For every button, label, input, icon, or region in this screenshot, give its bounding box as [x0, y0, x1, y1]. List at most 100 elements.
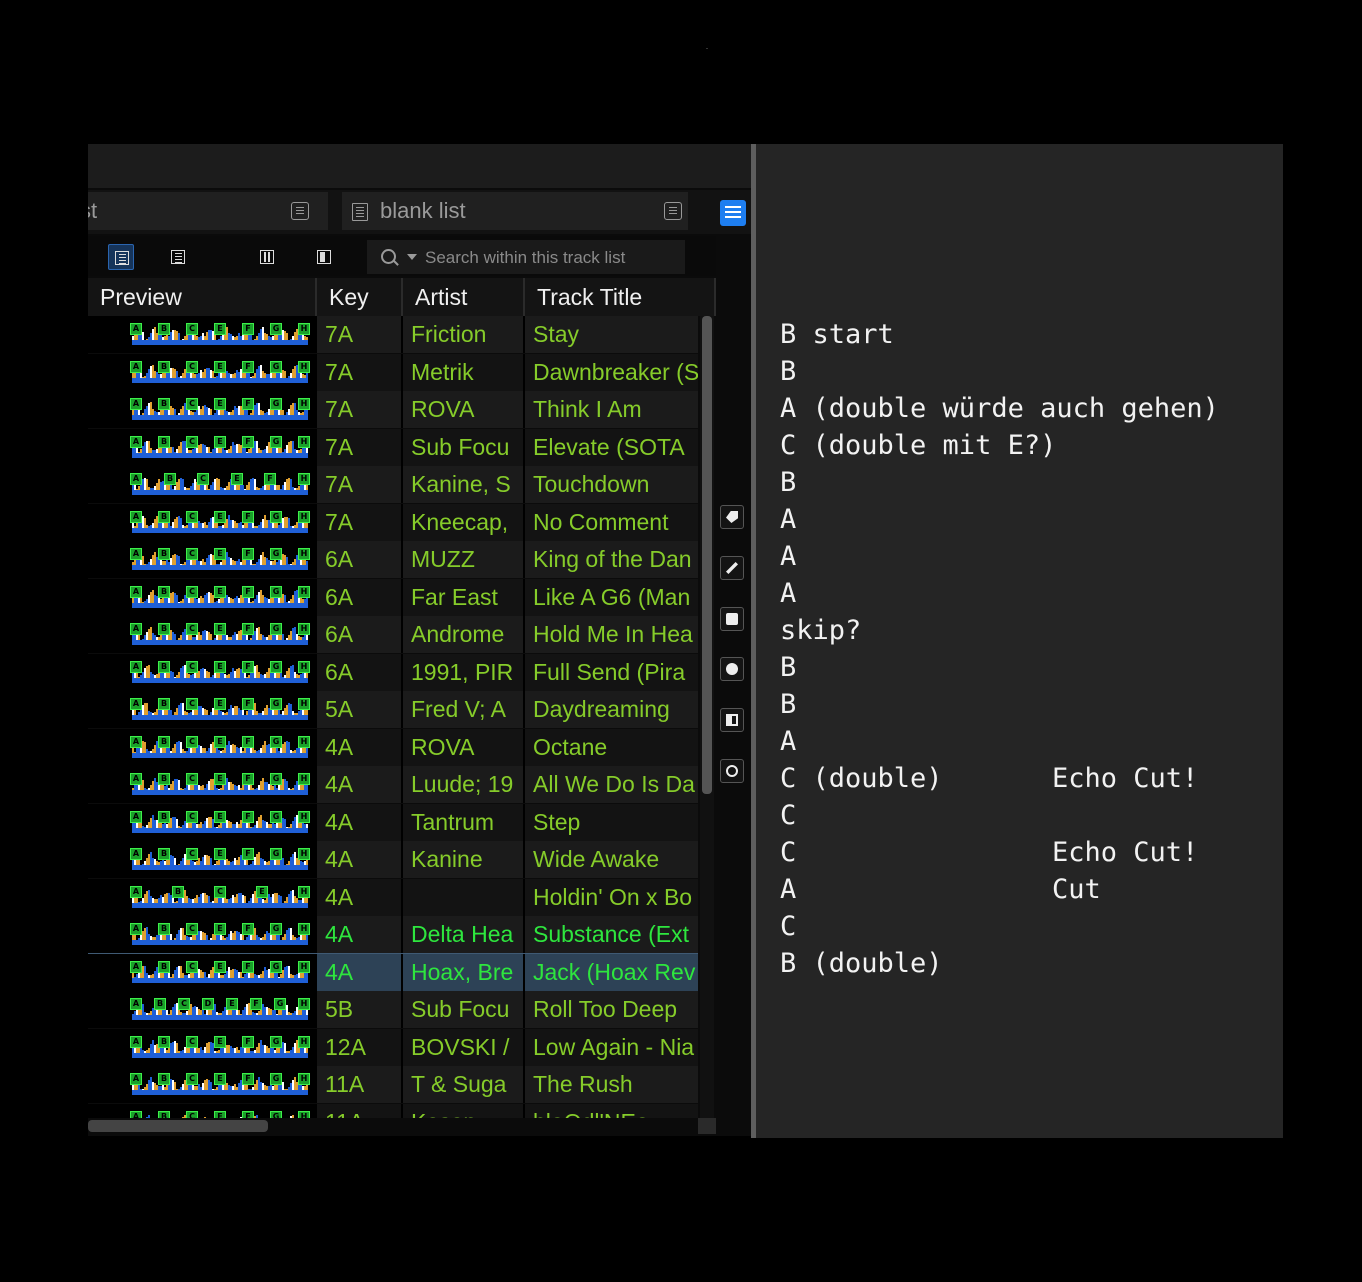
note-annotation: Cut: [1052, 874, 1101, 905]
waveform-preview[interactable]: ABCEFGH: [88, 653, 317, 691]
cue-marker: B: [158, 1035, 170, 1048]
waveform-preview[interactable]: ABCEFGH: [88, 391, 317, 428]
waveform-preview[interactable]: ABCEFGH: [88, 353, 317, 391]
columns-button[interactable]: [254, 244, 280, 270]
track-key: 7A: [317, 466, 403, 503]
cue-marker: B: [158, 810, 170, 823]
waveform-preview[interactable]: ABCEFGH: [88, 316, 317, 353]
table-row[interactable]: A B C E F G H 12A BOVSKI / Low Again - Nia: [88, 1028, 698, 1066]
snowflake-icon: [726, 613, 738, 625]
note-line: C (double): [780, 763, 943, 794]
track-artist: 1991, PIR: [403, 653, 525, 691]
waveform-preview[interactable]: ABCEFGH: [88, 766, 317, 803]
list-view-toggle-button[interactable]: [720, 200, 746, 226]
table-row[interactable]: A B C D E F G H 5B Sub Focu Roll Too Deep: [88, 991, 698, 1028]
track-key: 11A: [317, 1103, 403, 1118]
track-artist: Androme: [403, 616, 525, 653]
snowflake-button[interactable]: [720, 607, 744, 631]
table-row[interactable]: A B C E F G H 4A Luude; 19 All We Do Is Da: [88, 766, 698, 803]
cue-marker: C: [197, 473, 209, 485]
table-row[interactable]: A B C E F G H 6A Androme Hold Me In Hea: [88, 616, 698, 653]
table-row[interactable]: A B C E F G H 5A Fred V; A Daydreaming: [88, 691, 698, 728]
table-row[interactable]: A B C E F G H 7A ROVA Think I Am: [88, 391, 698, 428]
cue-marker: B: [158, 360, 170, 373]
cue-marker: B: [158, 623, 170, 635]
waveform: ABCEH: [130, 885, 310, 910]
detailed-list-button[interactable]: [108, 244, 134, 270]
cue-marker: B: [158, 1073, 170, 1085]
tab-previous[interactable]: st: [88, 192, 328, 230]
chain-button[interactable]: [720, 759, 744, 783]
table-row[interactable]: A B C E F G H 4A Hoax, Bre Jack (Hoax Rev: [88, 952, 698, 992]
link-button[interactable]: [720, 556, 744, 580]
waveform-preview[interactable]: ABCEFGH: [88, 428, 317, 466]
waveform-preview[interactable]: ABCEFGH: [88, 1103, 317, 1118]
column-header-key[interactable]: Key: [317, 278, 403, 316]
waveform-preview[interactable]: ABCEFGH: [88, 541, 317, 578]
waveform-preview[interactable]: ABCEFGH: [88, 503, 317, 541]
compact-list-button[interactable]: [165, 244, 191, 270]
waveform-preview[interactable]: ABCEFGH: [88, 1066, 317, 1103]
vertical-scrollbar-thumb[interactable]: [702, 316, 712, 794]
waveform: ABCEFGH: [130, 810, 310, 835]
cue-marker: B: [172, 885, 184, 898]
cue-marker: C: [186, 773, 198, 785]
cue-marker: E: [214, 923, 226, 935]
tab-blank-list[interactable]: blank list: [342, 192, 688, 230]
table-row[interactable]: A B C E F H 7A Kanine, S Touchdown: [88, 466, 698, 503]
note-line: B (double): [780, 948, 943, 979]
table-row[interactable]: A B C E F G H 7A Sub Focu Elevate (SOTA: [88, 428, 698, 466]
waveform-preview[interactable]: ABCEFGH: [88, 916, 317, 953]
table-row[interactable]: A B C E F G H 4A Delta Hea Substance (Ext: [88, 916, 698, 953]
track-title: Touchdown: [533, 471, 650, 497]
cue-marker: B: [158, 773, 170, 785]
table-row[interactable]: A B C E F G H 4A ROVA Octane: [88, 728, 698, 766]
waveform-preview[interactable]: ABCEFH: [88, 466, 317, 503]
cue-marker: A: [130, 698, 142, 710]
search-dropdown-icon[interactable]: [407, 254, 417, 260]
table-row[interactable]: A B C E F G H 4A Kanine Wide Awake: [88, 841, 698, 878]
waveform-preview[interactable]: ABCEFGH: [88, 953, 317, 991]
table-row[interactable]: A B C E F G H 4A Tantrum Step: [88, 803, 698, 841]
table-row[interactable]: A B C E F G H 6A 1991, PIR Full Send (Pira: [88, 653, 698, 691]
table-row[interactable]: A B C E F G H 6A Far East Like A G6 (Man: [88, 578, 698, 616]
waveform-preview[interactable]: ABCEFGH: [88, 616, 317, 653]
search-icon[interactable]: [381, 249, 396, 264]
waveform-preview[interactable]: ABCEFGH: [88, 841, 317, 878]
column-header-track-title[interactable]: Track Title: [525, 278, 716, 316]
waveform-preview[interactable]: ABCEFGH: [88, 691, 317, 728]
cue-marker: G: [274, 998, 286, 1010]
table-row[interactable]: A B C E F G H 6A MUZZ King of the Dan: [88, 541, 698, 578]
panel-button[interactable]: [720, 708, 744, 732]
waveform: ABCEFH: [130, 473, 310, 497]
track-artist: MUZZ: [403, 541, 525, 578]
table-row[interactable]: A B C E F G H 11A T & Suga The Rush: [88, 1066, 698, 1103]
tag-button[interactable]: [720, 505, 744, 529]
table-row[interactable]: A B C E F G H 7A Kneecap, No Comment: [88, 503, 698, 541]
info-icon: [726, 663, 738, 675]
horizontal-scrollbar-thumb[interactable]: [88, 1120, 268, 1132]
waveform-preview[interactable]: ABCEH: [88, 878, 317, 916]
columns-icon: [260, 250, 274, 264]
note-line: A: [780, 726, 797, 757]
waveform-preview[interactable]: ABCEFGH: [88, 803, 317, 841]
waveform-preview[interactable]: ABCDEFGH: [88, 991, 317, 1028]
tab-menu-icon[interactable]: [664, 202, 682, 220]
waveform-preview[interactable]: ABCEFGH: [88, 578, 317, 616]
waveform-preview[interactable]: ABCEFGH: [88, 728, 317, 766]
note-line: C (double mit E?): [780, 430, 1057, 461]
column-header-preview[interactable]: Preview: [88, 278, 317, 316]
column-header-artist[interactable]: Artist: [403, 278, 525, 316]
cue-marker: C: [178, 998, 190, 1010]
cue-marker: C: [186, 623, 198, 635]
track-key: 6A: [317, 578, 403, 616]
search-input[interactable]: [423, 240, 677, 276]
table-row[interactable]: A B C E F G H 11AKasanbleOdl'NEo: [88, 1103, 698, 1118]
tab-menu-icon[interactable]: [291, 202, 309, 220]
info-button[interactable]: [720, 657, 744, 681]
table-row[interactable]: A B C E F G H 7A Metrik Dawnbreaker (S: [88, 353, 698, 391]
table-row[interactable]: A B C E F G H 7A Friction Stay: [88, 316, 698, 353]
side-panel-button[interactable]: [311, 244, 337, 270]
table-row[interactable]: A B C E H 4A Holdin' On x Bo: [88, 878, 698, 916]
waveform-preview[interactable]: ABCEFGH: [88, 1028, 317, 1066]
